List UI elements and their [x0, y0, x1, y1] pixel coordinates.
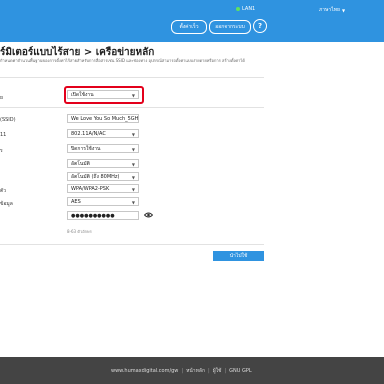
channel-select[interactable]: อัตโนมัติ ▼: [67, 159, 139, 168]
status-text: LAN1: [242, 6, 256, 12]
footer-link-home[interactable]: หน้าหลัก: [186, 367, 205, 375]
footer-separator: |: [208, 368, 210, 374]
field-label-mode: 11: [0, 132, 7, 138]
help-icon[interactable]: ?: [253, 19, 267, 33]
field-label-option: ร: [0, 148, 3, 154]
divider: [0, 77, 264, 78]
chevron-down-icon: ▼: [131, 93, 135, 98]
password-value: ●●●●●●●●●●: [71, 212, 115, 219]
quick-settings-button[interactable]: ตั้งค่าเร็ว: [171, 20, 207, 34]
status-dot-icon: [236, 7, 240, 11]
field-label-wireless-enable: ย: [0, 95, 3, 101]
divider: [0, 244, 264, 245]
eye-icon-graphic: [143, 212, 153, 218]
footer-links: www.humaxdigital.com/gw | หน้าหลัก | ผู้…: [111, 367, 252, 375]
footer-separator: |: [224, 368, 227, 374]
eye-icon[interactable]: [143, 211, 153, 219]
chevron-down-icon: ▼: [131, 147, 135, 152]
security-select[interactable]: WPA/WPA2-PSK ▼: [67, 184, 139, 193]
security-value: WPA/WPA2-PSK: [71, 185, 110, 192]
ssid-input[interactable]: We Love You So Much_5GH: [67, 114, 139, 123]
footer: www.humaxdigital.com/gw | หน้าหลัก | ผู้…: [0, 357, 384, 384]
language-selector[interactable]: ภาษาไทย ▼: [319, 6, 345, 14]
field-label-security: ตัว: [0, 188, 7, 194]
connection-status: LAN1: [236, 6, 255, 12]
mode-value: 802.11A/N/AC: [71, 130, 106, 137]
password-input[interactable]: ●●●●●●●●●●: [67, 211, 139, 220]
chevron-down-icon: ▼: [131, 187, 135, 192]
logout-button[interactable]: ออกจากระบบ: [209, 20, 251, 34]
chevron-down-icon: ▼: [131, 162, 135, 167]
footer-link-gpl[interactable]: GNU GPL: [229, 368, 252, 374]
option-select[interactable]: ปิดการใช้งาน ▼: [67, 144, 139, 153]
bandwidth-select[interactable]: อัตโนมัติ (ถึง 80MHz) ▼: [67, 172, 139, 181]
password-hint: 8-63 ตัวอักษร: [67, 229, 92, 234]
mode-select[interactable]: 802.11A/N/AC ▼: [67, 129, 139, 138]
footer-link-user[interactable]: ผู้ใช้: [213, 367, 222, 375]
channel-value: อัตโนมัติ: [71, 160, 90, 167]
encryption-value: AES: [71, 198, 81, 205]
chevron-down-icon: ▼: [131, 175, 135, 180]
field-label-ssid: (SSID): [0, 117, 16, 123]
encryption-select[interactable]: AES ▼: [67, 197, 139, 206]
option-value: ปิดการใช้งาน: [71, 145, 101, 152]
footer-site-link[interactable]: www.humaxdigital.com/gw: [111, 368, 178, 374]
chevron-down-icon: ▼: [131, 200, 135, 205]
bandwidth-value: อัตโนมัติ (ถึง 80MHz): [71, 173, 120, 180]
chevron-down-icon: ▼: [341, 7, 346, 13]
page-description: กำหนดค่าจำนวนพื้นฐานของการตั้งค่าไร้สายส…: [0, 58, 245, 63]
top-bar: LAN1 ภาษาไทย ▼ ตั้งค่าเร็ว ออกจากระบบ ?: [0, 0, 384, 42]
wireless-enable-value: เปิดใช้งาน: [71, 91, 94, 98]
field-label-encryption: ข้อมูล: [0, 201, 13, 207]
chevron-down-icon: ▼: [131, 132, 135, 137]
wireless-enable-select[interactable]: เปิดใช้งาน ▼: [67, 90, 139, 99]
ssid-value: We Love You So Much_5GH: [71, 115, 139, 122]
divider: [0, 107, 264, 108]
language-label: ภาษาไทย: [319, 7, 340, 13]
apply-button[interactable]: นำไปใช้: [213, 251, 264, 261]
footer-separator: |: [181, 368, 184, 374]
